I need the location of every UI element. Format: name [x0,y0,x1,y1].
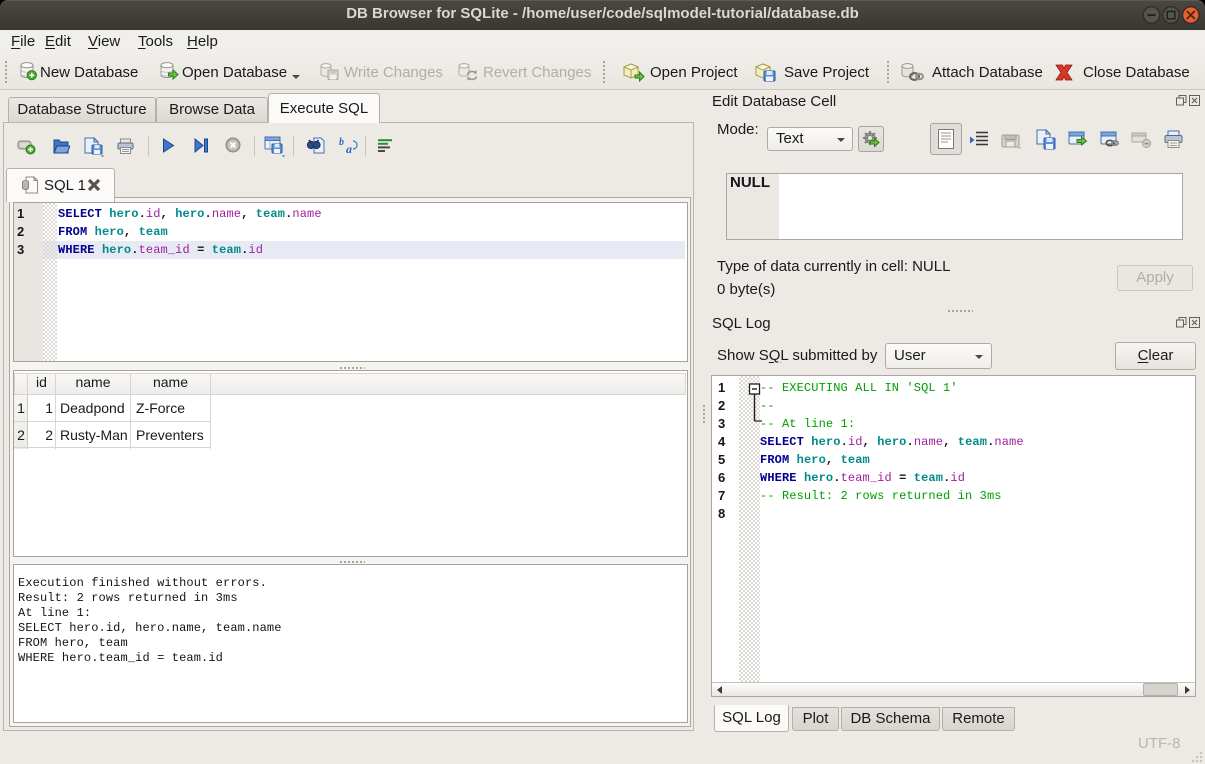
svg-text:b: b [339,137,344,148]
svg-text:a: a [346,142,352,155]
